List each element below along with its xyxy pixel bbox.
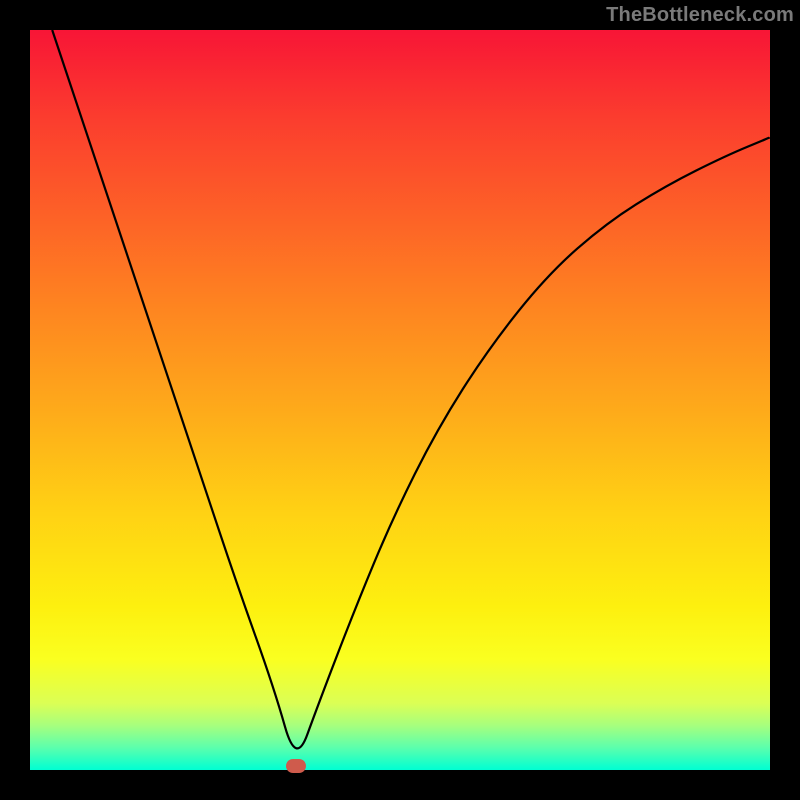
chart-frame: TheBottleneck.com [0, 0, 800, 800]
watermark-text: TheBottleneck.com [606, 4, 794, 27]
optimum-marker [286, 759, 306, 773]
plot-area [30, 30, 770, 770]
curve-svg [30, 30, 770, 770]
bottleneck-curve [52, 30, 770, 748]
